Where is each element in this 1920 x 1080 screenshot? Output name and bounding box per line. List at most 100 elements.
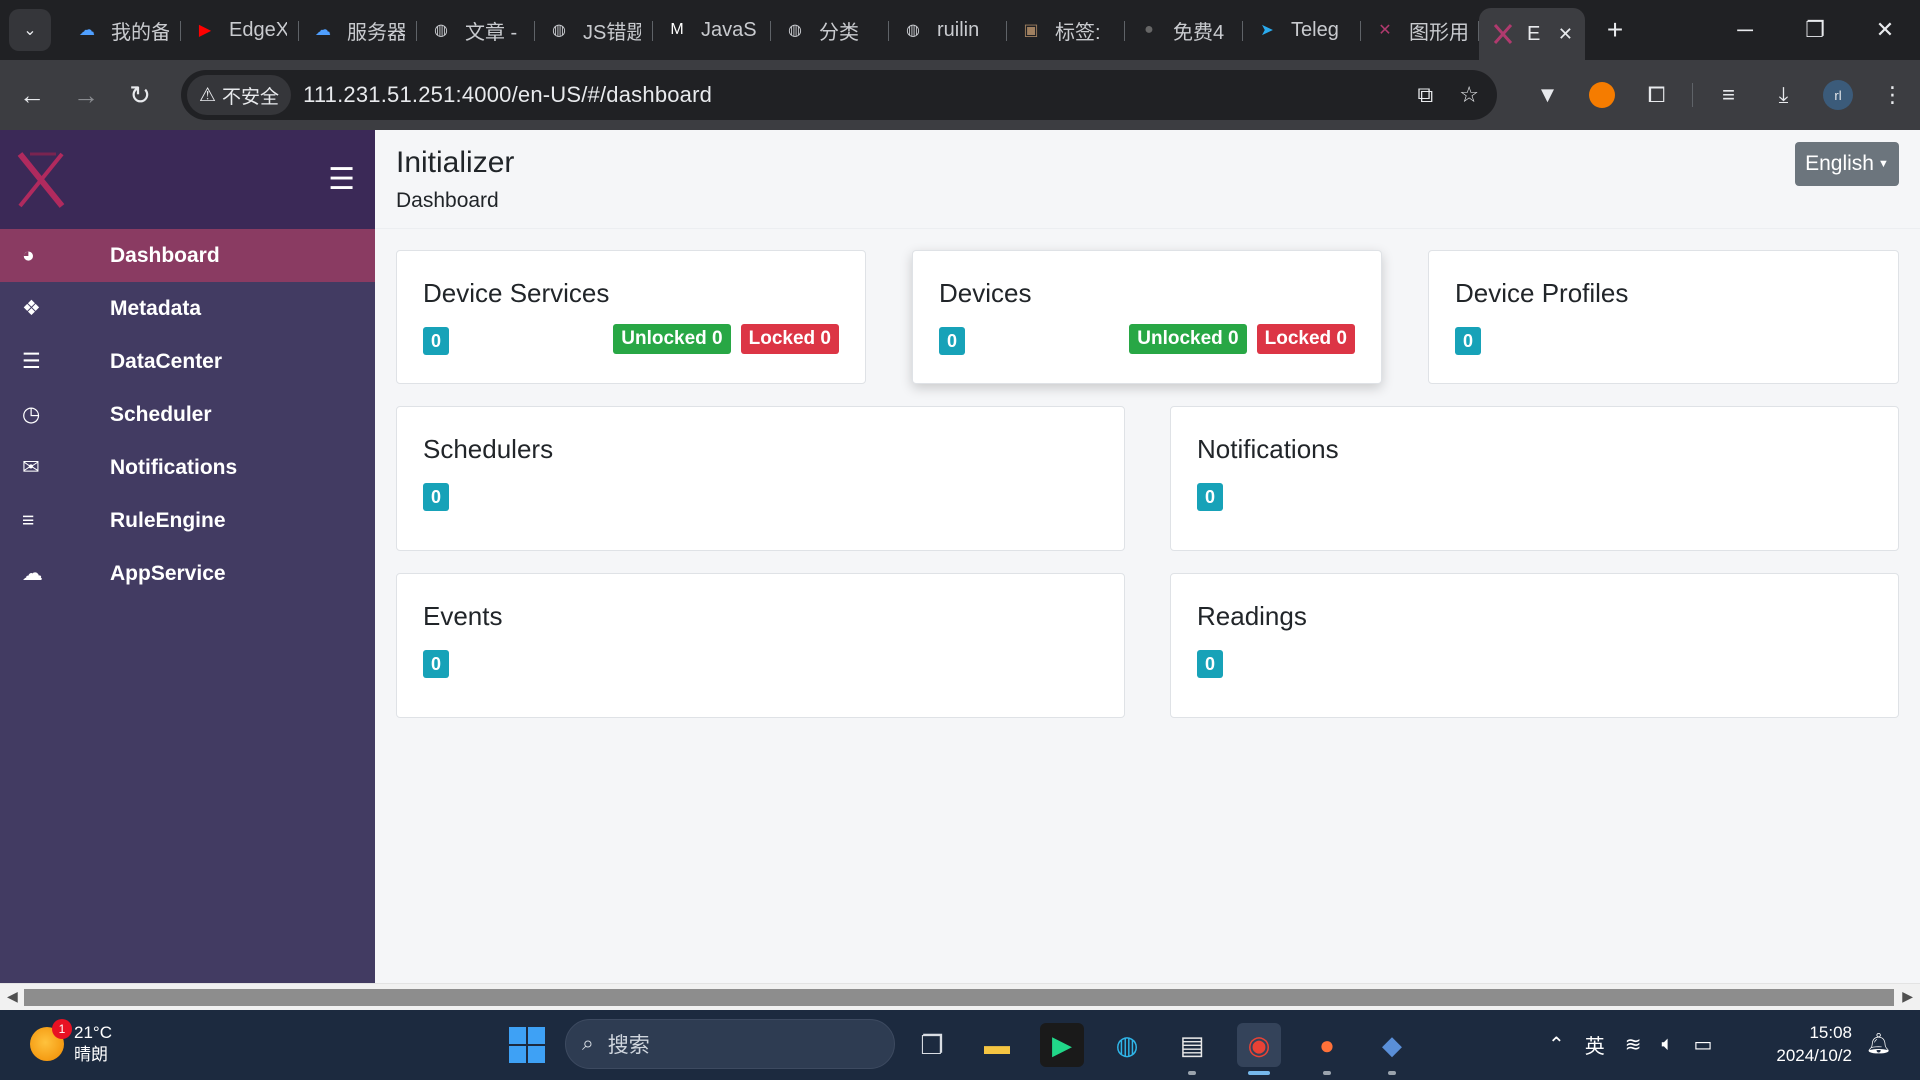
battery-icon[interactable]: ▭ [1694,1032,1713,1057]
card-device-profiles[interactable]: Device Profiles 0 [1428,250,1899,384]
card-title: Device Services [423,278,610,308]
address-bar[interactable]: ⚠ 不安全 111.231.51.251:4000/en-US/#/dashbo… [181,70,1497,120]
sidebar-item-ruleengine[interactable]: ≡ RuleEngine [0,494,375,547]
minimize-button[interactable]: ─ [1710,0,1780,60]
tab-title: E [1527,22,1541,45]
cubes-icon: ❖ [22,297,41,320]
weather-temperature: 21°C [74,1023,112,1042]
browser-tab[interactable]: ◍ ruilin [889,8,1007,52]
browser-tab[interactable]: ☁ 服务器 [299,8,417,52]
extension-orange-icon[interactable] [1589,82,1615,108]
reading-list-icon[interactable]: ≡ [1701,82,1756,108]
window-controls: ─ ❐ ✕ [1710,0,1920,60]
dashboard-gauge-icon: ◕ [22,243,35,267]
browser-tab[interactable]: ▶ EdgeX [181,8,299,52]
globe-icon: ◍ [906,22,920,39]
browser-tab[interactable]: M JavaS [653,8,771,52]
horizontal-scrollbar[interactable]: ◀ ▶ [0,983,1920,1010]
count-badge: 0 [1455,327,1481,355]
card-readings[interactable]: Readings 0 [1170,573,1899,718]
browser-tab[interactable]: ➤ Teleg [1243,8,1361,52]
menu-kebab-icon[interactable]: ⋮ [1865,82,1920,108]
hamburger-menu-icon[interactable]: ☰ [328,162,355,197]
reload-button[interactable]: ↻ [118,73,162,117]
browser-tab-strip: ⌄ ☁ 我的备 ▶ EdgeX ☁ 服务器 ◍ 文章 - ◍ JS错题 M JavaS ◍ 分类 ◍ ruil… [0,0,1920,60]
file-explorer-icon[interactable]: ▬ [975,1023,1019,1067]
count-badge: 0 [423,483,449,511]
edgex-logo-icon[interactable] [16,151,66,208]
browser-tab[interactable]: ◍ JS错题 [535,8,653,52]
tab-title: 免费4 [1173,21,1225,44]
extensions-puzzle-icon[interactable]: ⧠ [1629,82,1684,108]
card-device-services[interactable]: Device Services 0 Unlocked 0 Locked 0 [396,250,866,384]
sidebar-item-appservice[interactable]: ☁ AppService [0,547,375,600]
browser-tab[interactable]: ▣ 标签: [1007,8,1125,52]
sidebar-item-datacenter[interactable]: ☰ DataCenter [0,335,375,388]
scrollbar-thumb[interactable] [24,989,1894,1006]
count-badge: 0 [1197,650,1223,678]
language-dropdown[interactable]: English ▼ [1795,142,1899,186]
browser-tab[interactable]: ● 免费4 [1125,8,1243,52]
sidebar-item-scheduler[interactable]: ◷ Scheduler [0,388,375,441]
browser-tab[interactable]: ◍ 分类 [771,8,889,52]
weather-widget[interactable]: 1 21°C 晴朗 [30,1019,112,1066]
pycharm-icon[interactable]: ▶ [1040,1023,1084,1067]
page-header: Initializer Dashboard English ▼ [375,130,1920,229]
wifi-icon[interactable]: ≋ [1625,1032,1642,1057]
taskbar-search-box[interactable]: ⌕ 搜索 [565,1019,895,1069]
sliders-icon: ≡ [22,508,35,532]
chrome-icon[interactable]: ◉ [1237,1023,1281,1075]
browser-tab[interactable]: ✕ 图形用 [1361,8,1479,52]
browser-tab[interactable]: ◍ 文章 - [417,8,535,52]
sidebar-header: ☰ [0,130,375,229]
terminal-icon[interactable]: ▤ [1170,1023,1214,1075]
tab-list: ☁ 我的备 ▶ EdgeX ☁ 服务器 ◍ 文章 - ◍ JS错题 M JavaS ◍ 分类 ◍ ruilin… [63,6,1479,54]
count-badge: 0 [423,650,449,678]
sidebar-menu: ◕ Dashboard ❖ Metadata ☰ DataCenter ◷ Scheduler… [0,229,375,600]
windows-start-icon[interactable] [509,1027,545,1063]
card-title: Device Profiles [1455,278,1629,308]
security-label: 不安全 [222,86,280,108]
browser-tab[interactable]: ☁ 我的备 [63,8,181,52]
card-devices[interactable]: Devices 0 Unlocked 0 Locked 0 [912,250,1382,384]
bookmark-star-icon[interactable]: ☆ [1459,82,1479,108]
chevron-up-icon[interactable]: ⌃ [1548,1032,1565,1057]
notification-bell-icon[interactable]: 🔔︎ [1866,1031,1891,1056]
tab-title: EdgeX [229,18,287,41]
translate-icon[interactable]: ⧉ [1418,82,1434,108]
taskbar: 1 21°C 晴朗 ⌕ 搜索 ❐ ▬ ▶ ◍ ▤ ◉ ● ◆ ⌃ 英 ≋ 🔈︎ … [0,1010,1920,1080]
firefox-icon[interactable]: ● [1305,1023,1349,1075]
vue-devtools-icon[interactable]: ▼ [1520,82,1575,108]
profile-avatar[interactable]: rl [1823,80,1853,110]
sidebar-item-metadata[interactable]: ❖ Metadata [0,282,375,335]
download-icon[interactable]: ⤓ [1756,82,1811,108]
restore-button[interactable]: ❐ [1780,0,1850,60]
scroll-left-arrow-icon[interactable]: ◀ [7,988,18,1005]
close-tab-icon[interactable]: ✕ [1558,24,1573,45]
main-content: Initializer Dashboard English ▼ Device S… [375,130,1920,983]
card-schedulers[interactable]: Schedulers 0 [396,406,1125,551]
tab-title: 文章 - [465,21,518,44]
close-window-button[interactable]: ✕ [1850,0,1920,60]
tab-active[interactable]: E ✕ [1479,8,1585,60]
volume-icon[interactable]: 🔈︎ [1662,1033,1674,1056]
tab-search-button[interactable]: ⌄ [9,9,51,51]
clock[interactable]: 15:08 2024/10/2 [1772,1021,1852,1067]
card-title: Readings [1197,601,1307,631]
tab-title: Teleg [1291,18,1339,41]
security-chip[interactable]: ⚠ 不安全 [187,75,292,115]
sidebar-item-label: DataCenter [110,349,223,373]
card-events[interactable]: Events 0 [396,573,1125,718]
scroll-right-arrow-icon[interactable]: ▶ [1902,988,1913,1005]
card-notifications[interactable]: Notifications 0 [1170,406,1899,551]
sidebar-item-dashboard[interactable]: ◕ Dashboard [0,229,375,282]
back-button[interactable]: ← [10,73,54,117]
edge-browser-icon[interactable]: ◍ [1105,1023,1149,1067]
task-view-icon[interactable]: ❐ [910,1023,954,1067]
sidebar-item-notifications[interactable]: ✉ Notifications [0,441,375,494]
forward-button[interactable]: → [64,73,108,117]
url-text[interactable]: 111.231.51.251:4000/en-US/#/dashboard [303,82,712,108]
ime-indicator[interactable]: 英 [1585,1030,1605,1059]
cat-app-icon[interactable]: ◆ [1370,1023,1414,1075]
new-tab-button[interactable]: + [1597,12,1633,48]
